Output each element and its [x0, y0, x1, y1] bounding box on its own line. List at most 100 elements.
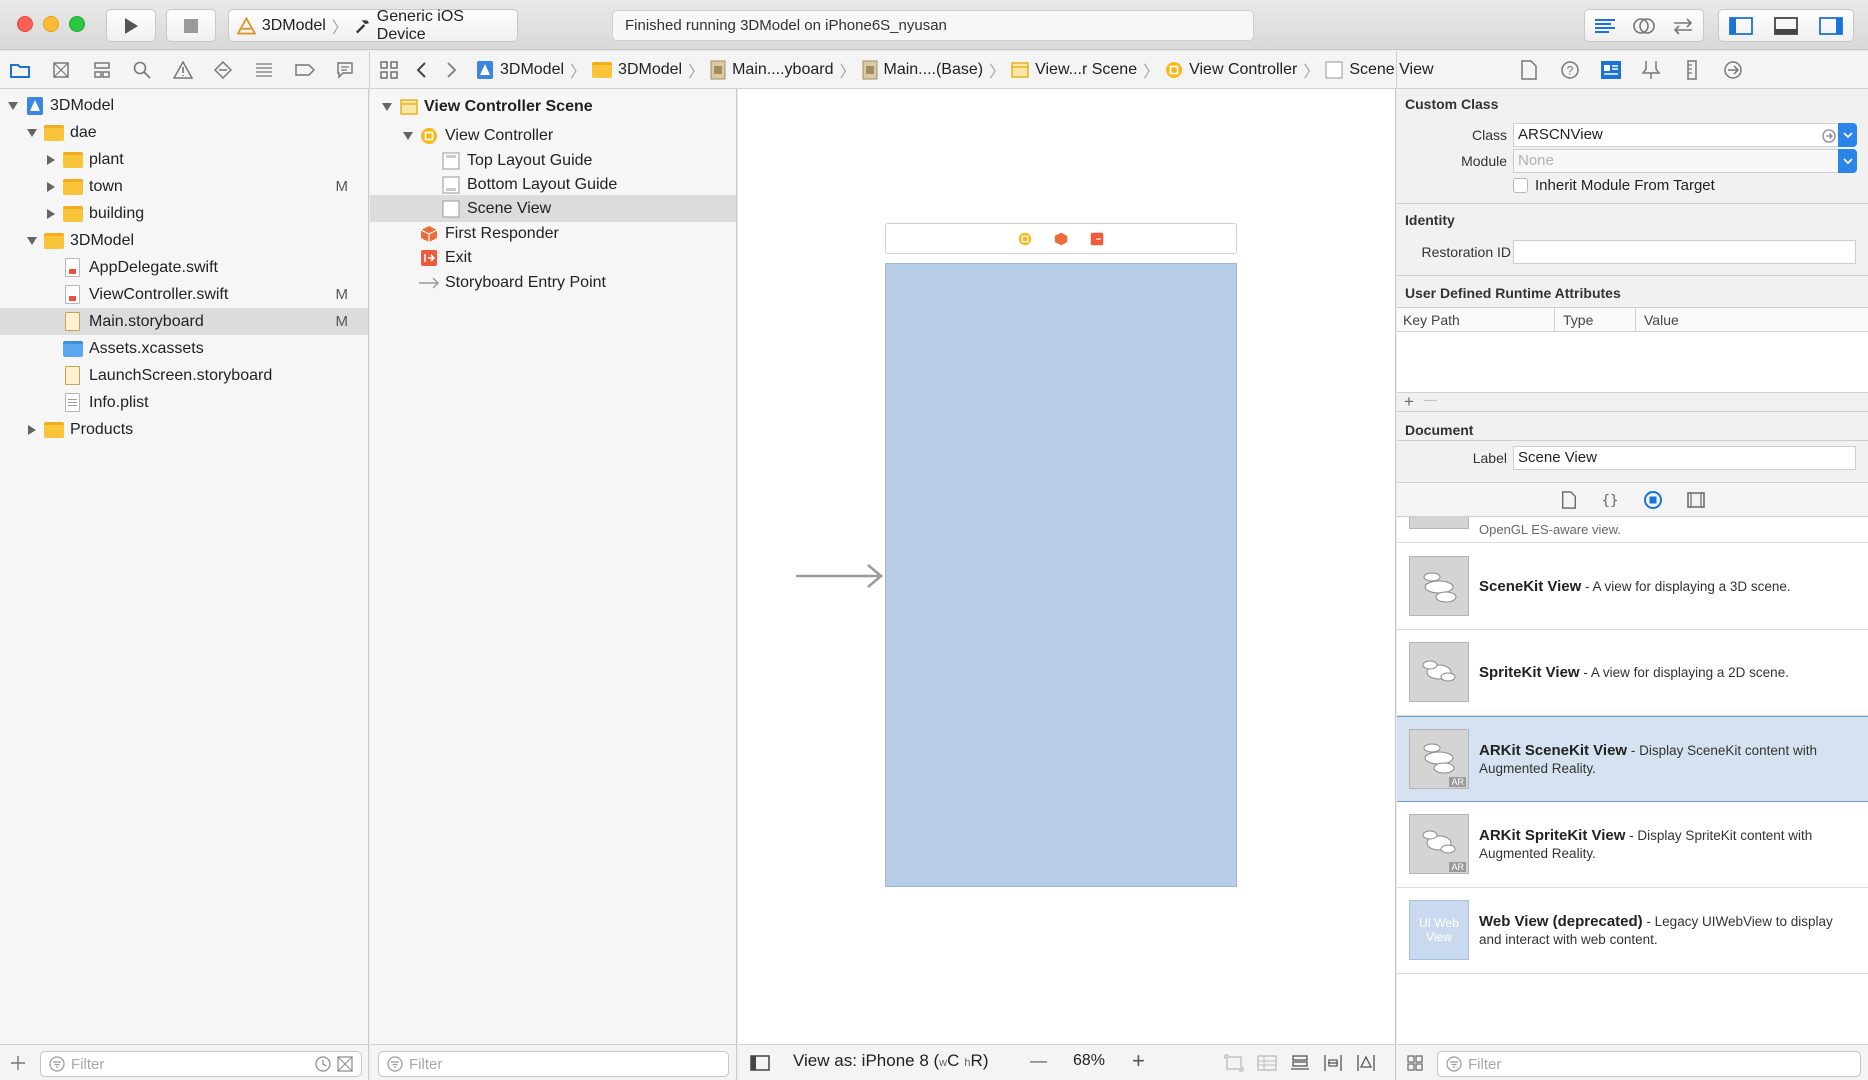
tree-item-file[interactable]: Info.plist	[0, 389, 368, 416]
tree-item-folder[interactable]: Assets.xcassets	[0, 335, 368, 362]
jump-bar-item[interactable]: Main....yboard	[732, 61, 833, 79]
jump-bar-item[interactable]: Scene View	[1349, 61, 1433, 79]
disclosure-closed-icon[interactable]	[46, 181, 56, 192]
align-constraints-icon[interactable]	[1323, 1054, 1343, 1072]
issue-navigator-tab[interactable]	[172, 59, 194, 81]
tree-item-folder[interactable]: plant	[0, 146, 368, 173]
assistant-editor-icon[interactable]	[1632, 16, 1656, 36]
connections-inspector-tab[interactable]	[1722, 59, 1744, 81]
disclosure-open-icon[interactable]	[403, 131, 413, 141]
breakpoint-navigator-tab[interactable]	[294, 59, 316, 81]
tree-item-folder[interactable]: town M	[0, 173, 368, 200]
update-frames-icon[interactable]	[1257, 1054, 1277, 1072]
tree-item-file-selected[interactable]: Main.storyboard M	[0, 308, 368, 335]
outline-item-scene[interactable]: View Controller Scene	[370, 93, 736, 120]
project-navigator-tab[interactable]	[9, 59, 31, 81]
jump-bar-item[interactable]: View Controller	[1189, 61, 1297, 79]
exit-icon[interactable]	[1090, 232, 1104, 246]
outline-item-first-responder[interactable]: First Responder	[370, 220, 736, 247]
disclosure-closed-icon[interactable]	[46, 154, 56, 165]
library-item[interactable]: SceneKit View - A view for displaying a …	[1397, 544, 1868, 630]
zoom-window-button[interactable]	[69, 16, 85, 32]
resolve-constraints-icon[interactable]	[1356, 1054, 1376, 1072]
tree-item-file[interactable]: LaunchScreen.storyboard	[0, 362, 368, 389]
media-library-icon[interactable]	[1686, 491, 1705, 509]
inherit-module-checkbox[interactable]	[1513, 178, 1528, 193]
class-dropdown-button[interactable]	[1838, 123, 1857, 147]
view-controller-icon[interactable]	[1018, 232, 1032, 246]
jump-bar-item[interactable]: Main....(Base)	[884, 61, 984, 79]
utilities-toggle-icon[interactable]	[1818, 16, 1843, 36]
library-item[interactable]: AR ARKit SpriteKit View - Display Sprite…	[1397, 802, 1868, 888]
disclosure-open-icon[interactable]	[8, 101, 18, 111]
zoom-out-button[interactable]: —	[1030, 1051, 1047, 1071]
debug-area-toggle-icon[interactable]	[1774, 16, 1798, 36]
object-library-list[interactable]: OpenGL ES-aware view. SceneKit View - A …	[1397, 517, 1868, 1044]
source-control-navigator-tab[interactable]	[50, 59, 72, 81]
library-filter-input[interactable]: Filter	[1437, 1051, 1861, 1077]
tree-item-file[interactable]: AppDelegate.swift	[0, 254, 368, 281]
outline-item-entry-point[interactable]: Storyboard Entry Point	[370, 269, 736, 296]
source-control-filter-icon[interactable]	[337, 1056, 353, 1072]
standard-editor-icon[interactable]	[1593, 17, 1617, 35]
debug-navigator-tab[interactable]	[253, 59, 275, 81]
test-navigator-tab[interactable]	[212, 59, 234, 81]
outline-item-exit[interactable]: Exit	[370, 244, 736, 271]
first-responder-cube-icon[interactable]	[1054, 232, 1068, 246]
tree-item-folder[interactable]: building	[0, 200, 368, 227]
add-attribute-button[interactable]: +	[1404, 392, 1414, 412]
runtime-attributes-table[interactable]	[1397, 332, 1868, 392]
remove-attribute-button[interactable]: —	[1424, 392, 1437, 407]
embed-in-stack-icon[interactable]	[1224, 1054, 1244, 1072]
disclosure-closed-icon[interactable]	[46, 208, 56, 219]
outline-item-view-controller[interactable]: View Controller	[370, 122, 736, 149]
run-button[interactable]	[106, 9, 156, 42]
outline-item-top-layout-guide[interactable]: Top Layout Guide	[370, 147, 736, 174]
disclosure-open-icon[interactable]	[27, 236, 37, 246]
tree-item-project[interactable]: 3DModel	[0, 92, 368, 119]
jump-bar-item[interactable]: 3DModel	[500, 61, 564, 79]
tree-item-folder[interactable]: 3DModel	[0, 227, 368, 254]
library-item[interactable]: UI Web View Web View (deprecated) - Lega…	[1397, 888, 1868, 974]
symbol-navigator-tab[interactable]	[91, 59, 113, 81]
module-field[interactable]: None	[1513, 149, 1843, 173]
report-navigator-tab[interactable]	[334, 59, 356, 81]
library-item[interactable]: OpenGL ES-aware view.	[1397, 517, 1868, 543]
jump-bar-item[interactable]: View...r Scene	[1035, 61, 1137, 79]
find-navigator-tab[interactable]	[131, 59, 153, 81]
size-inspector-tab[interactable]	[1681, 59, 1703, 81]
attributes-inspector-tab[interactable]	[1640, 59, 1662, 81]
initial-entry-arrow[interactable]	[794, 562, 886, 590]
tree-item-folder[interactable]: Products	[0, 416, 368, 443]
interface-builder-canvas[interactable]	[738, 89, 1396, 1044]
library-item[interactable]: SpriteKit View - A view for displaying a…	[1397, 630, 1868, 716]
module-dropdown-button[interactable]	[1838, 149, 1857, 173]
outline-item-bottom-layout-guide[interactable]: Bottom Layout Guide	[370, 171, 736, 198]
tree-item-file[interactable]: ViewController.swift M	[0, 281, 368, 308]
stack-view-icon[interactable]	[1290, 1054, 1310, 1072]
arrow-circle-icon[interactable]	[1822, 129, 1836, 143]
quick-help-tab[interactable]: ?	[1559, 59, 1581, 81]
object-library-icon[interactable]	[1643, 490, 1663, 510]
identity-inspector-tab[interactable]	[1600, 59, 1622, 81]
library-item-selected[interactable]: AR ARKit SceneKit View - Display SceneKi…	[1397, 716, 1868, 802]
recent-files-clock-icon[interactable]	[315, 1056, 331, 1072]
disclosure-open-icon[interactable]	[382, 102, 392, 112]
outline-item-scene-view-selected[interactable]: Scene View	[370, 195, 736, 222]
restoration-id-field[interactable]	[1513, 240, 1856, 264]
grid-view-icon[interactable]	[1407, 1055, 1423, 1071]
file-template-icon[interactable]	[1561, 490, 1577, 509]
scheme-selector[interactable]: 3DModel 〉 Generic iOS Device	[228, 8, 518, 43]
navigator-toggle-icon[interactable]	[1729, 16, 1754, 36]
stop-button[interactable]	[166, 9, 216, 42]
minimize-window-button[interactable]	[43, 16, 59, 32]
version-editor-icon[interactable]	[1671, 17, 1695, 35]
navigator-filter-input[interactable]: Filter	[40, 1051, 362, 1077]
forward-button[interactable]	[441, 59, 463, 81]
related-items-button[interactable]	[378, 59, 400, 81]
disclosure-open-icon[interactable]	[27, 128, 37, 138]
toggle-outline-icon[interactable]	[750, 1055, 770, 1071]
outline-filter-input[interactable]: Filter	[378, 1051, 729, 1077]
file-inspector-tab[interactable]	[1518, 59, 1540, 81]
column-header-type[interactable]: Type	[1563, 312, 1593, 328]
